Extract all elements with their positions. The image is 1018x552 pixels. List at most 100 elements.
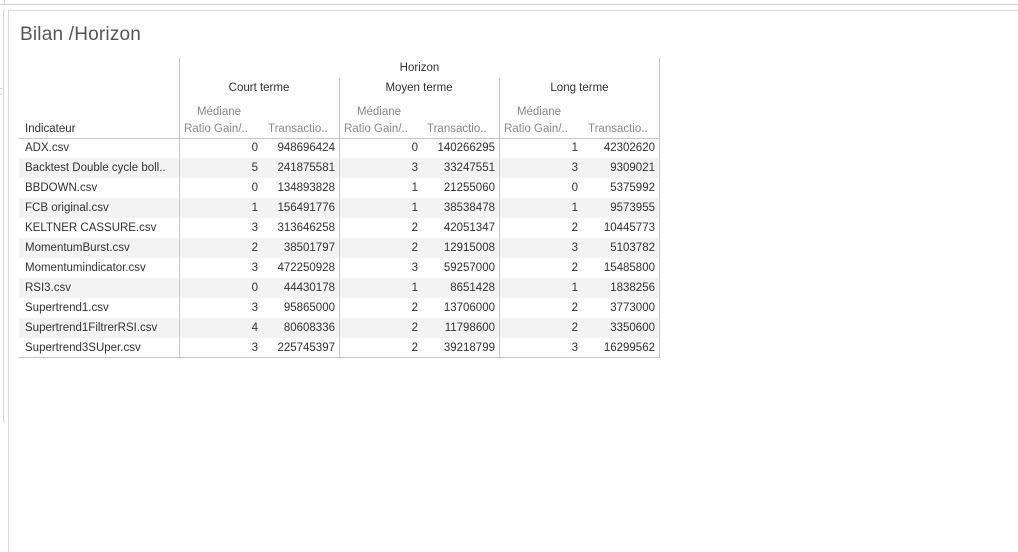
ratio-value-cell[interactable]: 1 [181,198,258,218]
transactions-value-cell[interactable]: 9573955 [581,198,655,218]
ratio-value-cell[interactable]: 2 [341,218,418,238]
table-bottom-border [19,357,660,358]
ratio-value-cell[interactable]: 0 [501,178,578,198]
ratio-value-cell[interactable]: 2 [341,238,418,258]
transactions-value-cell[interactable]: 59257000 [421,258,495,278]
horizon-header-moyen[interactable]: Moyen terme [339,82,499,94]
transactions-value-cell[interactable]: 5375992 [581,178,655,198]
transactions-value-cell[interactable]: 9309021 [581,158,655,178]
indicateur-cell[interactable]: KELTNER CASSURE.csv [25,218,177,238]
indicateur-cell[interactable]: MomentumBurst.csv [25,238,177,258]
ratio-value-cell[interactable]: 2 [501,298,578,318]
ratio-value-cell[interactable]: 1 [341,178,418,198]
ratio-value-cell[interactable]: 1 [341,198,418,218]
indicateur-cell[interactable]: ADX.csv [25,138,177,158]
transactions-value-cell[interactable]: 42051347 [421,218,495,238]
ratio-value-cell[interactable]: 2 [341,318,418,338]
measure-header-ratio[interactable]: Ratio Gain/.. [504,123,582,135]
transactions-value-cell[interactable]: 134893828 [261,178,335,198]
ratio-value-cell[interactable]: 3 [181,338,258,358]
ratio-value-cell[interactable]: 2 [501,218,578,238]
transactions-value-cell[interactable]: 11798600 [421,318,495,338]
transactions-value-cell[interactable]: 21255060 [421,178,495,198]
ratio-value-cell[interactable]: 3 [501,238,578,258]
rail-divider [0,94,4,95]
ratio-value-cell[interactable]: 3 [181,218,258,238]
row-header-indicateur[interactable]: Indicateur [25,123,175,135]
column-group-title[interactable]: Horizon [179,62,660,74]
transactions-value-cell[interactable]: 8651428 [421,278,495,298]
ratio-value-cell[interactable]: 2 [501,258,578,278]
transactions-value-cell[interactable]: 44430178 [261,278,335,298]
ratio-value-cell[interactable]: 4 [181,318,258,338]
transactions-value-cell[interactable]: 156491776 [261,198,335,218]
ratio-value-cell[interactable]: 3 [341,158,418,178]
transactions-value-cell[interactable]: 1838256 [581,278,655,298]
ratio-value-cell[interactable]: 1 [341,278,418,298]
measure-header-ratio[interactable]: Ratio Gain/.. [184,123,262,135]
ratio-value-cell[interactable]: 2 [341,298,418,318]
transactions-value-cell[interactable]: 80608336 [261,318,335,338]
transactions-value-cell[interactable]: 225745397 [261,338,335,358]
transactions-value-cell[interactable]: 3773000 [581,298,655,318]
ratio-value-cell[interactable]: 0 [341,138,418,158]
transactions-value-cell[interactable]: 15485800 [581,258,655,278]
ratio-value-cell[interactable]: 1 [501,278,578,298]
ratio-value-cell[interactable]: 3 [341,258,418,278]
indicateur-cell[interactable]: Momentumindicator.csv [25,258,177,278]
ratio-value-cell[interactable]: 2 [181,238,258,258]
ratio-value-cell[interactable]: 3 [181,298,258,318]
measure-prefix: Médiane [356,106,402,118]
ratio-value-cell[interactable]: 0 [181,138,258,158]
grid-line [339,78,340,358]
measure-prefix: Médiane [516,106,562,118]
ratio-value-cell[interactable]: 3 [501,338,578,358]
ratio-value-cell[interactable]: 3 [181,258,258,278]
transactions-value-cell[interactable]: 5103782 [581,238,655,258]
transactions-value-cell[interactable]: 10445773 [581,218,655,238]
measure-header-transactions[interactable]: Transactio.. [268,123,340,135]
ratio-value-cell[interactable]: 0 [181,278,258,298]
transactions-value-cell[interactable]: 313646258 [261,218,335,238]
measure-prefix: Médiane [196,106,242,118]
transactions-value-cell[interactable]: 13706000 [421,298,495,318]
ratio-value-cell[interactable]: 2 [341,338,418,358]
transactions-value-cell[interactable]: 948696424 [261,138,335,158]
transactions-value-cell[interactable]: 33247551 [421,158,495,178]
transactions-value-cell[interactable]: 42302620 [581,138,655,158]
measure-header-ratio[interactable]: Ratio Gain/.. [344,123,422,135]
indicateur-cell[interactable]: Supertrend3SUper.csv [25,338,177,358]
sheet-title: Bilan /Horizon [20,24,142,45]
transactions-value-cell[interactable]: 3350600 [581,318,655,338]
indicateur-cell[interactable]: BBDOWN.csv [25,178,177,198]
transactions-value-cell[interactable]: 241875581 [261,158,335,178]
ratio-value-cell[interactable]: 5 [181,158,258,178]
indicateur-cell[interactable]: Supertrend1.csv [25,298,177,318]
crosstab-table: Horizon Court terme Moyen terme Long ter… [19,58,660,358]
horizon-header-court[interactable]: Court terme [179,82,339,94]
measure-header-transactions[interactable]: Transactio.. [588,123,660,135]
ratio-value-cell[interactable]: 2 [501,318,578,338]
indicateur-cell[interactable]: RSI3.csv [25,278,177,298]
header-divider [19,138,660,139]
transactions-value-cell[interactable]: 95865000 [261,298,335,318]
indicateur-cell[interactable]: Backtest Double cycle boll.. [25,158,177,178]
transactions-value-cell[interactable]: 140266295 [421,138,495,158]
indicateur-cell[interactable]: Supertrend1FiltrerRSI.csv [25,318,177,338]
indicateur-cell[interactable]: FCB original.csv [25,198,177,218]
ratio-value-cell[interactable]: 1 [501,198,578,218]
ratio-value-cell[interactable]: 3 [501,158,578,178]
measure-header-transactions[interactable]: Transactio.. [427,123,499,135]
ratio-value-cell[interactable]: 0 [181,178,258,198]
transactions-value-cell[interactable]: 38538478 [421,198,495,218]
transactions-value-cell[interactable]: 12915008 [421,238,495,258]
transactions-value-cell[interactable]: 16299562 [581,338,655,358]
rail-divider [0,88,4,89]
grid-line [499,78,500,358]
left-panel-edge[interactable] [0,10,4,422]
transactions-value-cell[interactable]: 38501797 [261,238,335,258]
ratio-value-cell[interactable]: 1 [501,138,578,158]
horizon-header-long[interactable]: Long terme [499,82,660,94]
transactions-value-cell[interactable]: 472250928 [261,258,335,278]
transactions-value-cell[interactable]: 39218799 [421,338,495,358]
